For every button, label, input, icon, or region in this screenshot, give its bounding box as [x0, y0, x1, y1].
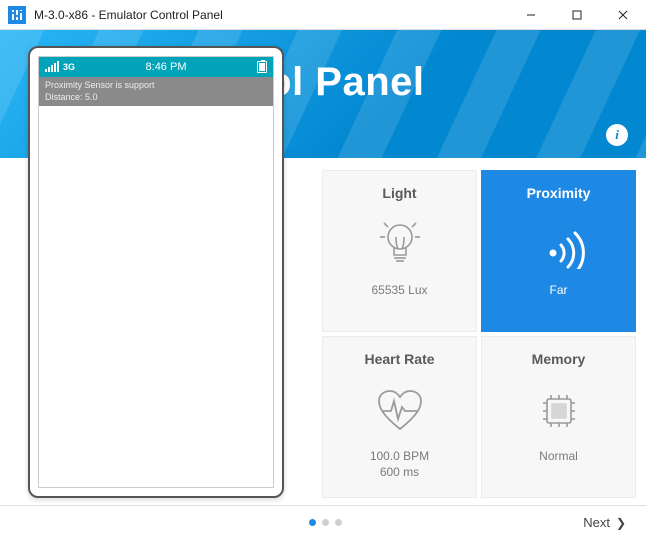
device-app-empty	[39, 106, 273, 487]
card-value: 100.0 BPM	[370, 449, 429, 463]
sensor-distance-line: Distance: 5.0	[45, 91, 267, 103]
window-controls	[508, 0, 646, 30]
chevron-right-icon: ❯	[616, 516, 626, 530]
next-button[interactable]: Next ❯	[577, 511, 632, 534]
sensor-status-line: Proximity Sensor is support	[45, 79, 267, 91]
card-value: Normal	[539, 449, 578, 463]
card-value-secondary: 600 ms	[380, 465, 419, 479]
page-dot-1[interactable]	[309, 519, 316, 526]
minimize-button[interactable]	[508, 0, 554, 30]
app-icon	[8, 6, 26, 24]
device-preview: 3G 8:46 PM Proximity Sensor is support D…	[28, 46, 284, 498]
maximize-button[interactable]	[554, 0, 600, 30]
sensor-card-heartrate[interactable]: Heart Rate 100.0 BPM 600 ms	[322, 336, 477, 498]
page-dot-3[interactable]	[335, 519, 342, 526]
sensor-card-memory[interactable]: Memory Normal	[481, 336, 636, 498]
card-value: 65535 Lux	[371, 283, 427, 297]
battery-icon	[257, 61, 267, 73]
close-button[interactable]	[600, 0, 646, 30]
window-title: M-3.0-x86 - Emulator Control Panel	[34, 8, 508, 22]
card-title: Light	[382, 185, 416, 201]
footer: Next ❯	[0, 505, 646, 539]
network-label: 3G	[63, 62, 75, 72]
device-screen: 3G 8:46 PM Proximity Sensor is support D…	[38, 56, 274, 488]
statusbar-time: 8:46 PM	[75, 61, 257, 73]
card-value: Far	[550, 283, 568, 297]
page-dot-2[interactable]	[322, 519, 329, 526]
next-label: Next	[583, 515, 610, 530]
memory-chip-icon	[529, 381, 589, 441]
card-title: Proximity	[527, 185, 591, 201]
content-area: 3G 8:46 PM Proximity Sensor is support D…	[0, 158, 646, 505]
device-statusbar: 3G 8:46 PM	[39, 57, 273, 77]
titlebar: M-3.0-x86 - Emulator Control Panel	[0, 0, 646, 30]
page-dots	[74, 519, 577, 526]
device-app-body: Proximity Sensor is support Distance: 5.…	[39, 77, 273, 106]
heartrate-icon	[370, 381, 430, 441]
info-button[interactable]: i	[606, 124, 628, 146]
proximity-icon	[529, 215, 589, 275]
sensor-grid: Light 65535 Lux Proximity	[322, 170, 636, 498]
statusbar-left: 3G	[45, 62, 75, 72]
lightbulb-icon	[370, 215, 430, 275]
card-title: Memory	[532, 351, 586, 367]
sensor-card-light[interactable]: Light 65535 Lux	[322, 170, 477, 332]
sensor-card-proximity[interactable]: Proximity Far	[481, 170, 636, 332]
card-title: Heart Rate	[364, 351, 434, 367]
signal-icon	[45, 62, 59, 72]
statusbar-right	[257, 61, 267, 73]
